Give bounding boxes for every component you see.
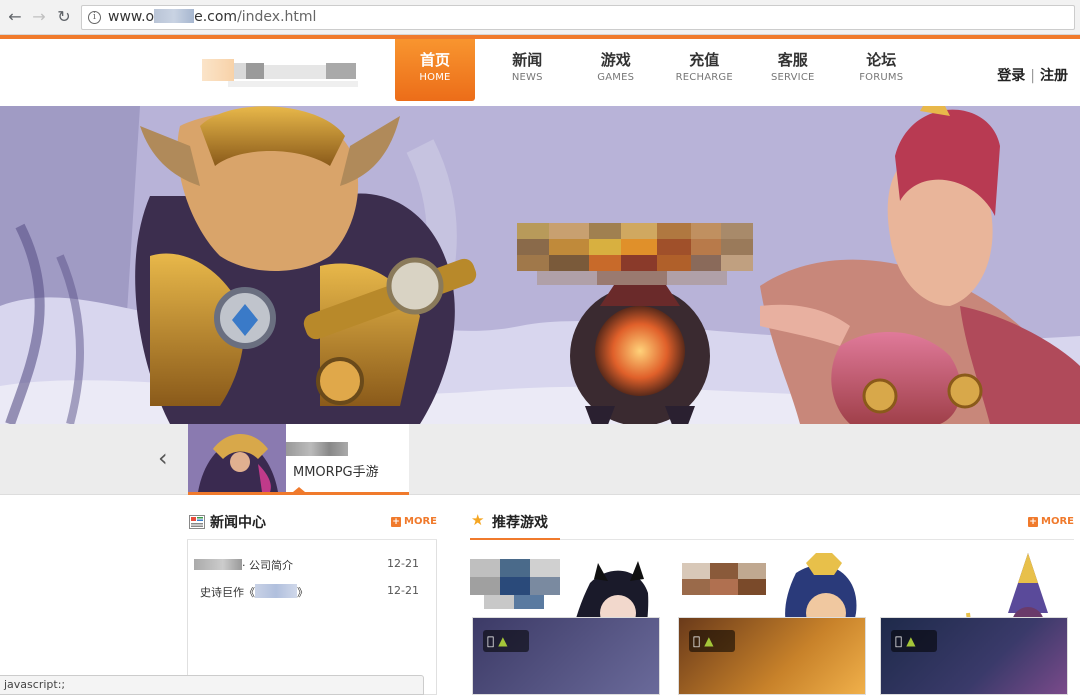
login-link[interactable]: 登录 — [997, 68, 1025, 84]
game-card-active[interactable]: MMORPG手游 — [188, 424, 409, 495]
news-item-text: · 公司简介 — [242, 559, 293, 572]
news-panel: 新闻中心 + MORE · 公司简介 12-21 史诗巨作《 》 12-21 — [187, 495, 437, 695]
address-bar[interactable]: i www.o e.com/index.html — [81, 5, 1075, 30]
url-path: /index.html — [237, 9, 317, 25]
news-title: 新闻中心 — [210, 515, 266, 531]
apple-icon:  — [487, 634, 494, 648]
nav-label-cn: 充值 — [689, 51, 720, 69]
game-carousel: ‹ MMORPG手游 — [0, 424, 1080, 495]
nav-label-en: SERVICE — [770, 72, 815, 83]
plus-icon: + — [391, 517, 402, 527]
news-item-blurred — [194, 559, 242, 570]
game-genre: MMORPG手游 — [293, 465, 379, 480]
news-header: 新闻中心 + MORE — [187, 495, 437, 540]
recommended-title: 推荐游戏 — [492, 515, 548, 531]
game-card[interactable]: ▲ — [676, 553, 866, 695]
url-host-prefix: www.o — [108, 9, 155, 25]
recommended-games: ★ 推荐游戏 +MORE ▲ — [470, 495, 1074, 695]
game-cover: ▲ — [678, 617, 866, 695]
chevron-left-icon[interactable]: ‹ — [158, 446, 168, 470]
nav-label-en: RECHARGE — [675, 72, 733, 83]
game-thumbnail — [188, 424, 286, 492]
news-item[interactable]: · 公司简介 12-21 — [188, 554, 436, 581]
news-item-date: 12-21 — [387, 557, 419, 570]
android-icon: ▲ — [697, 634, 713, 648]
news-item-text-suffix: 》 — [297, 586, 308, 599]
platform-badge: ▲ — [689, 630, 735, 652]
status-bar: javascript:; — [0, 675, 424, 695]
info-icon[interactable]: i — [88, 11, 101, 24]
nav-label-en: FORUMS — [859, 72, 904, 83]
nav-label-en: NEWS — [511, 72, 543, 83]
nav-item-service[interactable]: 客服 SERVICE — [749, 39, 838, 101]
news-item-blurred — [255, 584, 297, 598]
hero-banner[interactable] — [0, 106, 1080, 424]
nav-label-en: HOME — [419, 72, 451, 83]
title-underline — [470, 538, 560, 540]
banner-title-mosaic — [517, 223, 753, 285]
main-nav: 首页 HOME 新闻 NEWS 游戏 GAMES 充值 RECHARGE 客服 … — [395, 39, 926, 101]
nav-item-recharge[interactable]: 充值 RECHARGE — [660, 39, 749, 101]
nav-label-cn: 首页 — [419, 51, 450, 69]
nav-label-cn: 新闻 — [512, 51, 543, 69]
recommended-more-link[interactable]: + MORE — [1028, 516, 1074, 527]
star-icon: ★ — [471, 511, 485, 529]
platform-badge: ▲ — [483, 630, 529, 652]
android-icon: ▲ — [899, 634, 915, 648]
back-arrow-icon[interactable]: ← — [6, 8, 24, 26]
news-item-text-prefix: 史诗巨作《 — [200, 586, 255, 599]
recommended-more-label: MORE — [1041, 516, 1074, 527]
url-host-suffix: e.com — [194, 9, 238, 25]
apple-icon:  — [895, 634, 902, 648]
recommended-header: ★ 推荐游戏 + MORE — [470, 495, 1074, 540]
nav-label-en: GAMES — [597, 72, 635, 83]
nav-item-games[interactable]: 游戏 GAMES — [572, 39, 661, 101]
site-logo[interactable] — [200, 59, 360, 89]
game-cover: ▲ — [472, 617, 660, 695]
news-more-label: MORE — [404, 516, 437, 527]
game-name-blurred — [286, 442, 348, 456]
nav-label-cn: 论坛 — [866, 51, 897, 69]
forward-arrow-icon[interactable]: → — [30, 8, 48, 26]
nav-item-forums[interactable]: 论坛 FORUMS — [837, 39, 926, 101]
game-cover: ▲ — [880, 617, 1068, 695]
site-header: 首页 HOME 新闻 NEWS 游戏 GAMES 充值 RECHARGE 客服 … — [0, 35, 1080, 106]
reload-icon[interactable]: ↻ — [55, 8, 73, 26]
news-more-link[interactable]: + MORE — [391, 516, 437, 527]
browser-toolbar: ← → ↻ i www.o e.com/index.html — [0, 0, 1080, 35]
news-icon — [189, 514, 205, 529]
news-item[interactable]: 史诗巨作《 》 12-21 — [188, 581, 436, 608]
auth-separator: | — [1030, 68, 1035, 84]
url-blurred-segment — [154, 9, 195, 23]
game-card[interactable]: ▲ — [470, 553, 660, 695]
plus-icon: + — [1028, 517, 1039, 527]
news-item-date: 12-21 — [387, 584, 419, 597]
apple-icon:  — [693, 634, 700, 648]
auth-links: 登录 | 注册 — [997, 65, 1068, 85]
nav-item-home[interactable]: 首页 HOME — [395, 39, 475, 101]
nav-item-news[interactable]: 新闻 NEWS — [483, 39, 572, 101]
register-link[interactable]: 注册 — [1040, 68, 1068, 84]
android-icon: ▲ — [491, 634, 507, 648]
active-indicator — [293, 487, 305, 492]
game-card[interactable]: ▲ — [878, 553, 1068, 695]
nav-label-cn: 游戏 — [600, 51, 631, 69]
platform-badge: ▲ — [891, 630, 937, 652]
nav-label-cn: 客服 — [777, 51, 808, 69]
news-list: · 公司简介 12-21 史诗巨作《 》 12-21 — [187, 540, 437, 695]
